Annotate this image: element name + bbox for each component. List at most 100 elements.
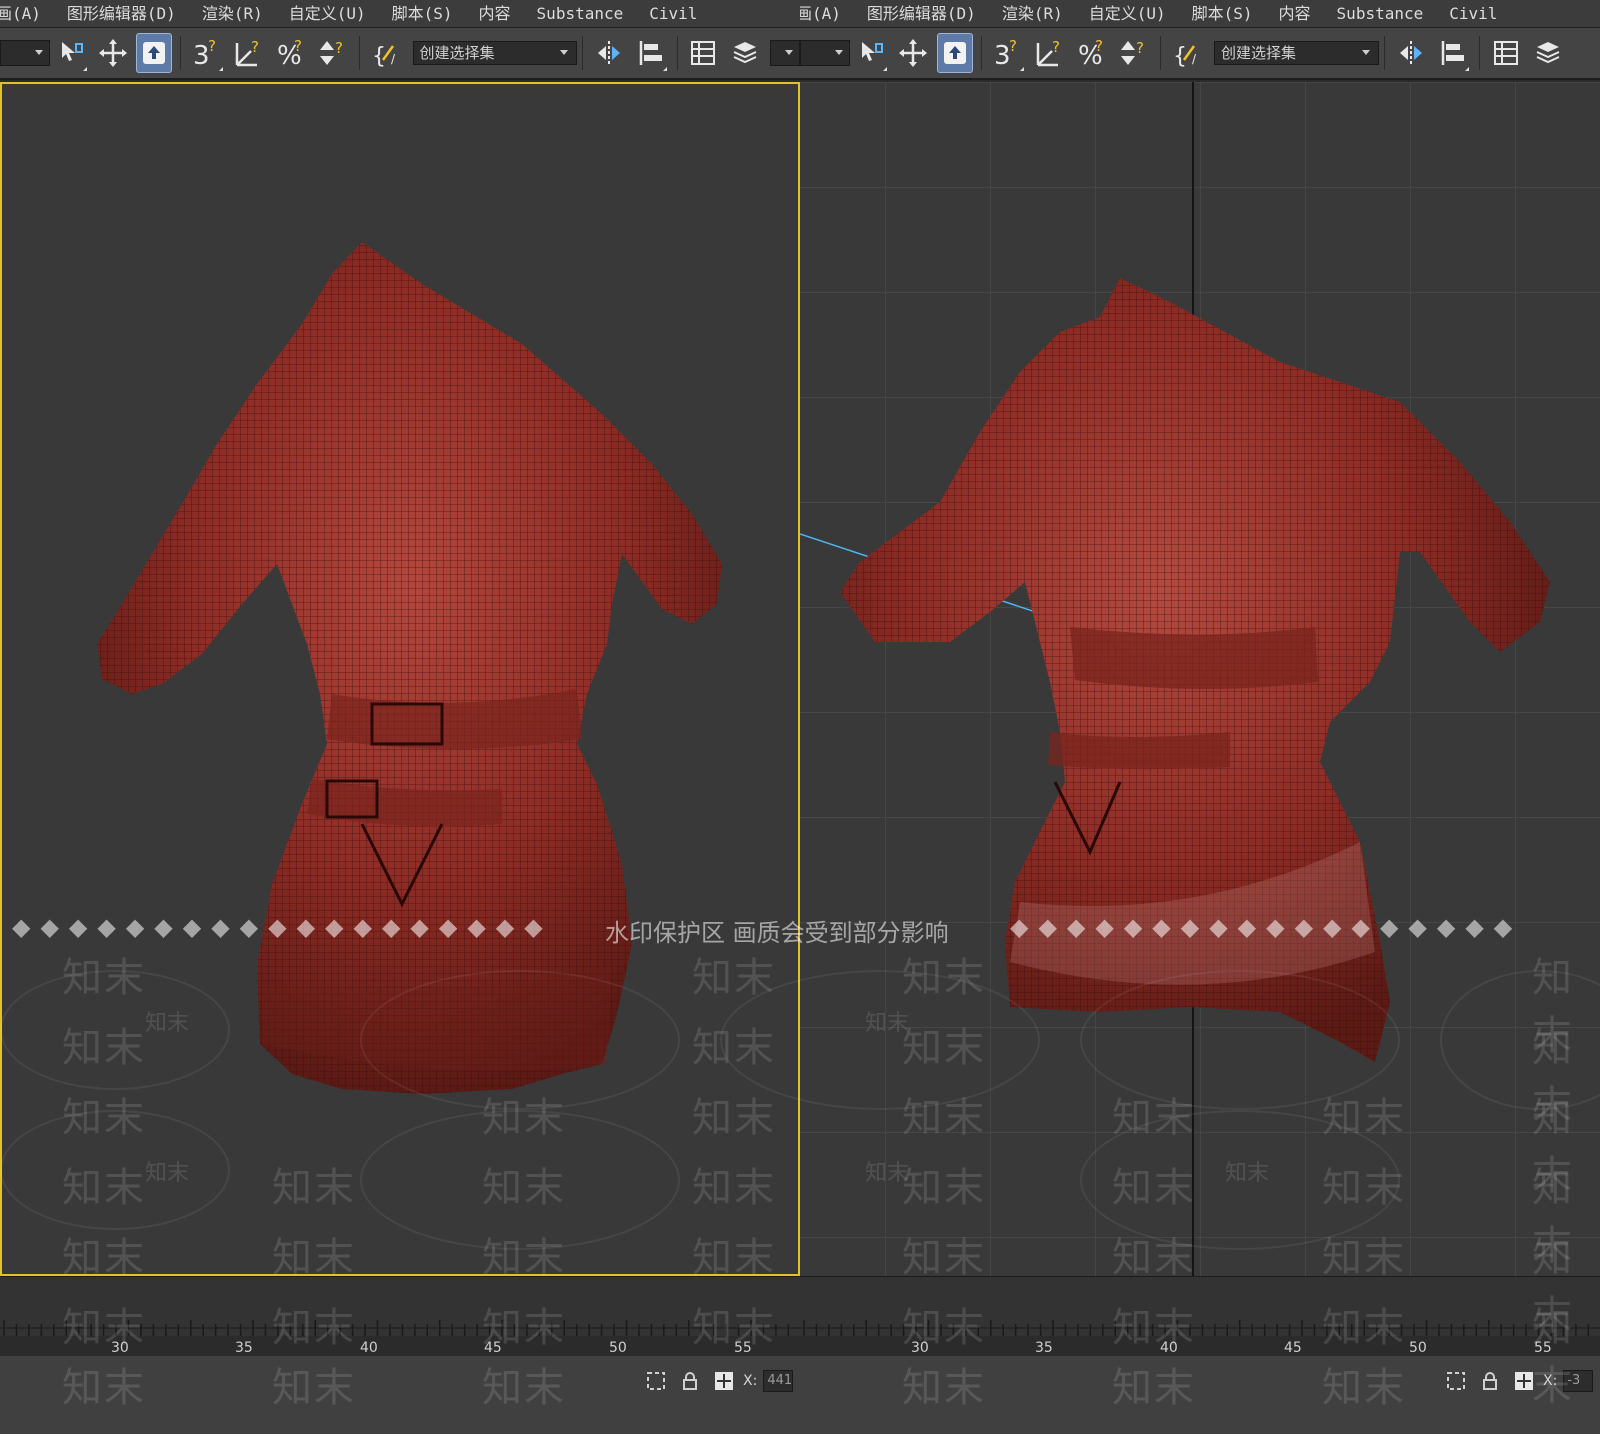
menu-item-scripting[interactable]: 脚本(S) xyxy=(1180,0,1267,28)
garment-model-three-quarter xyxy=(800,82,1600,1276)
select-and-link-icon xyxy=(862,42,883,61)
edit-named-selection-icon: {/ xyxy=(1173,44,1197,68)
named-selection-set-dropdown[interactable]: 创建选择集 xyxy=(412,41,577,65)
menu-item-substance[interactable]: Substance xyxy=(525,0,638,28)
tick-label: 35 xyxy=(1035,1340,1053,1356)
lock-icon[interactable] xyxy=(679,1370,701,1392)
svg-text:?: ? xyxy=(1052,38,1060,56)
snap-3d-button[interactable]: 3? xyxy=(189,33,225,73)
select-object-button[interactable] xyxy=(136,33,173,73)
named-selection-set-placeholder: 创建选择集 xyxy=(1221,44,1297,62)
x-coordinate-field[interactable]: 441 xyxy=(763,1370,794,1392)
angle-snap-button[interactable]: ? xyxy=(1032,33,1068,73)
snap-3d-icon: 3? xyxy=(994,37,1017,69)
percent-snap-button[interactable]: %? xyxy=(273,33,309,73)
angle-snap-icon: ? xyxy=(235,38,259,67)
tick-label: 40 xyxy=(1160,1340,1178,1356)
snap-3d-button[interactable]: 3? xyxy=(990,33,1026,73)
x-label: X: xyxy=(743,1373,758,1389)
select-and-link-button[interactable] xyxy=(853,33,889,73)
scene-explorer-button[interactable] xyxy=(686,33,722,73)
menu-item-graph-editors[interactable]: 图形编辑器(D) xyxy=(55,0,190,28)
svg-text:?: ? xyxy=(1009,37,1017,55)
svg-text:/: / xyxy=(391,52,396,66)
named-selection-set-dropdown[interactable]: 创建选择集 xyxy=(1214,41,1379,65)
main-toolbar: 3? ? %? ? {/ 创建选择集 xyxy=(800,28,1600,80)
angle-snap-button[interactable]: ? xyxy=(231,33,267,73)
spinner-snap-button[interactable]: ? xyxy=(1116,33,1152,73)
svg-text:{: { xyxy=(372,44,386,68)
percent-snap-button[interactable]: %? xyxy=(1074,33,1110,73)
isolate-selection-icon[interactable] xyxy=(645,1370,667,1392)
menu-item-animation[interactable]: 画(A) xyxy=(800,0,855,28)
align-button[interactable] xyxy=(1435,33,1471,73)
named-selection-set-placeholder: 创建选择集 xyxy=(419,44,495,62)
layer-manager-button[interactable] xyxy=(1530,33,1566,73)
layer-manager-button[interactable] xyxy=(727,33,763,73)
spinner-snap-icon: ? xyxy=(319,39,343,65)
align-button[interactable] xyxy=(633,33,669,73)
move-icon xyxy=(98,39,127,67)
menu-item-rendering[interactable]: 渲染(R) xyxy=(190,0,277,28)
select-object-icon xyxy=(944,42,966,64)
select-and-link-button[interactable] xyxy=(53,33,89,73)
menu-item-scripting[interactable]: 脚本(S) xyxy=(380,0,467,28)
svg-text:?: ? xyxy=(1095,37,1103,55)
tick-label: 55 xyxy=(1534,1340,1552,1356)
status-bar xyxy=(0,1356,800,1434)
align-icon xyxy=(1441,41,1464,65)
move-button[interactable] xyxy=(895,33,931,73)
absolute-mode-icon[interactable] xyxy=(1513,1370,1535,1392)
viewport-perspective-left[interactable] xyxy=(0,82,800,1276)
selection-filter-dropdown[interactable] xyxy=(800,40,850,66)
menu-item-rendering[interactable]: 渲染(R) xyxy=(990,0,1077,28)
menu-item-customize[interactable]: 自定义(U) xyxy=(277,0,380,28)
tick-label: 30 xyxy=(111,1340,129,1356)
menu-item-graph-editors[interactable]: 图形编辑器(D) xyxy=(855,0,990,28)
select-object-button[interactable] xyxy=(937,33,973,73)
tick-label: 45 xyxy=(1284,1340,1302,1356)
tick-label: 35 xyxy=(235,1340,253,1356)
lock-icon[interactable] xyxy=(1479,1370,1501,1392)
spinner-snap-button[interactable]: ? xyxy=(315,33,351,73)
tick-label: 45 xyxy=(484,1340,502,1356)
layer-dropdown[interactable] xyxy=(770,40,800,66)
left-app-window: 画(A) 图形编辑器(D) 渲染(R) 自定义(U) 脚本(S) 内容 Subs… xyxy=(0,0,800,1434)
edit-named-selection-button[interactable]: {/ xyxy=(1169,33,1205,73)
select-object-icon xyxy=(143,42,166,64)
menu-item-content[interactable]: 内容 xyxy=(467,0,525,28)
angle-snap-icon: ? xyxy=(1036,38,1060,67)
move-icon xyxy=(899,39,927,67)
menu-item-content[interactable]: 内容 xyxy=(1267,0,1325,28)
menu-item-customize[interactable]: 自定义(U) xyxy=(1077,0,1180,28)
menu-bar: 画(A) 图形编辑器(D) 渲染(R) 自定义(U) 脚本(S) 内容 Subs… xyxy=(0,0,800,28)
svg-text:?: ? xyxy=(294,37,302,55)
svg-text:?: ? xyxy=(208,37,216,55)
selection-filter-dropdown[interactable] xyxy=(0,40,50,66)
status-bar xyxy=(800,1356,1600,1434)
scene-explorer-icon xyxy=(1494,41,1518,65)
absolute-mode-icon[interactable] xyxy=(713,1370,735,1392)
percent-snap-icon: %? xyxy=(277,37,302,69)
svg-text:{: { xyxy=(1173,44,1187,68)
edit-named-selection-icon: {/ xyxy=(372,44,396,68)
menu-item-animation[interactable]: 画(A) xyxy=(0,0,55,28)
menu-item-civil[interactable]: Civil xyxy=(637,0,711,28)
coordinate-readout: X: 441 xyxy=(645,1370,794,1392)
timeline-ruler xyxy=(800,1320,1600,1336)
scene-explorer-button[interactable] xyxy=(1488,33,1524,73)
isolate-selection-icon[interactable] xyxy=(1445,1370,1467,1392)
tick-label: 40 xyxy=(360,1340,378,1356)
tick-label: 50 xyxy=(1409,1340,1427,1356)
move-button[interactable] xyxy=(95,33,131,73)
x-coordinate-field[interactable]: -3 xyxy=(1563,1370,1594,1392)
mirror-button[interactable] xyxy=(591,33,627,73)
mirror-button[interactable] xyxy=(1393,33,1429,73)
svg-text:?: ? xyxy=(251,38,259,56)
svg-text:?: ? xyxy=(1136,39,1144,57)
menu-item-substance[interactable]: Substance xyxy=(1325,0,1438,28)
edit-named-selection-button[interactable]: {/ xyxy=(368,33,404,73)
viewport-perspective-right[interactable] xyxy=(800,82,1600,1276)
menu-bar: 画(A) 图形编辑器(D) 渲染(R) 自定义(U) 脚本(S) 内容 Subs… xyxy=(800,0,1600,28)
menu-item-civil[interactable]: Civil xyxy=(1437,0,1511,28)
